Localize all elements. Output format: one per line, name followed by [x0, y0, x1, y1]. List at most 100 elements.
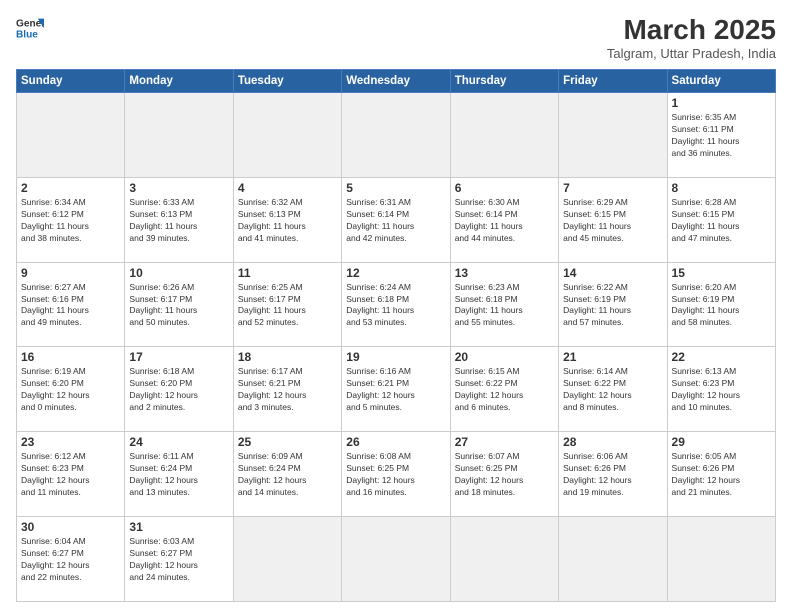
day-number: 8 [672, 181, 771, 195]
day-number: 2 [21, 181, 120, 195]
day-info: Sunrise: 6:06 AMSunset: 6:26 PMDaylight:… [563, 451, 662, 499]
calendar-cell: 19Sunrise: 6:16 AMSunset: 6:21 PMDayligh… [342, 347, 450, 432]
calendar-cell: 3 Sunrise: 6:33 AMSunset: 6:13 PMDaylight… [125, 177, 233, 262]
weekday-header-monday: Monday [125, 70, 233, 93]
calendar-cell: 6Sunrise: 6:30 AMSunset: 6:14 PMDaylight… [450, 177, 558, 262]
day-info: Sunrise: 6:05 AMSunset: 6:26 PMDaylight:… [672, 451, 771, 499]
calendar-cell: 28 Sunrise: 6:06 AMSunset: 6:26 PMDayligh… [559, 432, 667, 517]
weekday-header-friday: Friday [559, 70, 667, 93]
day-info: Sunrise: 6:26 AMSunset: 6:17 PMDaylight:… [129, 282, 228, 330]
page: General Blue March 2025 Talgram, Uttar P… [0, 0, 792, 612]
day-number: 26 [346, 435, 445, 449]
calendar-cell: 9 Sunrise: 6:27 AMSunset: 6:16 PMDaylight… [17, 262, 125, 347]
logo: General Blue [16, 14, 44, 42]
day-number: 12 [346, 266, 445, 280]
day-info: Sunrise: 6:20 AMSunset: 6:19 PMDaylight:… [672, 282, 771, 330]
calendar-cell [17, 93, 125, 178]
day-number: 15 [672, 266, 771, 280]
day-info: Sunrise: 6:29 AMSunset: 6:15 PMDaylight:… [563, 197, 662, 245]
calendar-table: SundayMondayTuesdayWednesdayThursdayFrid… [16, 69, 776, 602]
weekday-header-thursday: Thursday [450, 70, 558, 93]
day-number: 3 [129, 181, 228, 195]
day-number: 29 [672, 435, 771, 449]
day-info: Sunrise: 6:04 AMSunset: 6:27 PMDaylight:… [21, 536, 120, 584]
day-number: 14 [563, 266, 662, 280]
calendar-cell: 31 Sunrise: 6:03 AMSunset: 6:27 PMDayligh… [125, 517, 233, 602]
day-number: 27 [455, 435, 554, 449]
day-info: Sunrise: 6:15 AMSunset: 6:22 PMDaylight:… [455, 366, 554, 414]
weekday-header-tuesday: Tuesday [233, 70, 341, 93]
day-info: Sunrise: 6:35 AMSunset: 6:11 PMDaylight:… [672, 112, 771, 160]
day-info: Sunrise: 6:23 AMSunset: 6:18 PMDaylight:… [455, 282, 554, 330]
day-info: Sunrise: 6:17 AMSunset: 6:21 PMDaylight:… [238, 366, 337, 414]
weekday-header-wednesday: Wednesday [342, 70, 450, 93]
day-info: Sunrise: 6:08 AMSunset: 6:25 PMDaylight:… [346, 451, 445, 499]
week-row-1: 2 Sunrise: 6:34 AMSunset: 6:12 PMDaylight… [17, 177, 776, 262]
day-number: 21 [563, 350, 662, 364]
weekday-header-saturday: Saturday [667, 70, 775, 93]
header: General Blue March 2025 Talgram, Uttar P… [16, 14, 776, 61]
calendar-cell: 20Sunrise: 6:15 AMSunset: 6:22 PMDayligh… [450, 347, 558, 432]
calendar-cell: 17Sunrise: 6:18 AMSunset: 6:20 PMDayligh… [125, 347, 233, 432]
calendar-cell: 25Sunrise: 6:09 AMSunset: 6:24 PMDayligh… [233, 432, 341, 517]
calendar-cell [233, 93, 341, 178]
calendar-cell: 10 Sunrise: 6:26 AMSunset: 6:17 PMDayligh… [125, 262, 233, 347]
day-info: Sunrise: 6:19 AMSunset: 6:20 PMDaylight:… [21, 366, 120, 414]
calendar-subtitle: Talgram, Uttar Pradesh, India [607, 46, 776, 61]
day-info: Sunrise: 6:09 AMSunset: 6:24 PMDaylight:… [238, 451, 337, 499]
calendar-cell: 2 Sunrise: 6:34 AMSunset: 6:12 PMDaylight… [17, 177, 125, 262]
day-info: Sunrise: 6:22 AMSunset: 6:19 PMDaylight:… [563, 282, 662, 330]
day-number: 23 [21, 435, 120, 449]
day-info: Sunrise: 6:25 AMSunset: 6:17 PMDaylight:… [238, 282, 337, 330]
calendar-cell: 26 Sunrise: 6:08 AMSunset: 6:25 PMDayligh… [342, 432, 450, 517]
day-info: Sunrise: 6:27 AMSunset: 6:16 PMDaylight:… [21, 282, 120, 330]
day-info: Sunrise: 6:32 AMSunset: 6:13 PMDaylight:… [238, 197, 337, 245]
day-number: 19 [346, 350, 445, 364]
calendar-cell: 11 Sunrise: 6:25 AMSunset: 6:17 PMDayligh… [233, 262, 341, 347]
calendar-cell: 5Sunrise: 6:31 AMSunset: 6:14 PMDaylight… [342, 177, 450, 262]
calendar-cell [450, 93, 558, 178]
day-number: 6 [455, 181, 554, 195]
calendar-cell: 15 Sunrise: 6:20 AMSunset: 6:19 PMDayligh… [667, 262, 775, 347]
day-number: 31 [129, 520, 228, 534]
day-number: 11 [238, 266, 337, 280]
calendar-cell: 22 Sunrise: 6:13 AMSunset: 6:23 PMDayligh… [667, 347, 775, 432]
day-info: Sunrise: 6:18 AMSunset: 6:20 PMDaylight:… [129, 366, 228, 414]
week-row-5: 30Sunrise: 6:04 AMSunset: 6:27 PMDayligh… [17, 517, 776, 602]
day-number: 1 [672, 96, 771, 110]
day-info: Sunrise: 6:12 AMSunset: 6:23 PMDaylight:… [21, 451, 120, 499]
calendar-cell [559, 517, 667, 602]
calendar-cell: 24Sunrise: 6:11 AMSunset: 6:24 PMDayligh… [125, 432, 233, 517]
day-info: Sunrise: 6:03 AMSunset: 6:27 PMDaylight:… [129, 536, 228, 584]
week-row-2: 9 Sunrise: 6:27 AMSunset: 6:16 PMDaylight… [17, 262, 776, 347]
generalblue-logo-icon: General Blue [16, 14, 44, 42]
calendar-cell: 8 Sunrise: 6:28 AMSunset: 6:15 PMDaylight… [667, 177, 775, 262]
day-info: Sunrise: 6:28 AMSunset: 6:15 PMDaylight:… [672, 197, 771, 245]
day-number: 24 [129, 435, 228, 449]
day-info: Sunrise: 6:13 AMSunset: 6:23 PMDaylight:… [672, 366, 771, 414]
calendar-cell: 30Sunrise: 6:04 AMSunset: 6:27 PMDayligh… [17, 517, 125, 602]
day-number: 18 [238, 350, 337, 364]
calendar-cell: 14 Sunrise: 6:22 AMSunset: 6:19 PMDayligh… [559, 262, 667, 347]
day-number: 5 [346, 181, 445, 195]
day-number: 7 [563, 181, 662, 195]
calendar-cell: 16Sunrise: 6:19 AMSunset: 6:20 PMDayligh… [17, 347, 125, 432]
calendar-cell: 12Sunrise: 6:24 AMSunset: 6:18 PMDayligh… [342, 262, 450, 347]
day-number: 9 [21, 266, 120, 280]
svg-text:Blue: Blue [16, 29, 38, 40]
day-info: Sunrise: 6:07 AMSunset: 6:25 PMDaylight:… [455, 451, 554, 499]
calendar-cell: 23 Sunrise: 6:12 AMSunset: 6:23 PMDayligh… [17, 432, 125, 517]
calendar-cell: 18 Sunrise: 6:17 AMSunset: 6:21 PMDayligh… [233, 347, 341, 432]
calendar-cell: 29 Sunrise: 6:05 AMSunset: 6:26 PMDayligh… [667, 432, 775, 517]
day-info: Sunrise: 6:33 AMSunset: 6:13 PMDaylight:… [129, 197, 228, 245]
calendar-cell [233, 517, 341, 602]
day-number: 22 [672, 350, 771, 364]
day-info: Sunrise: 6:34 AMSunset: 6:12 PMDaylight:… [21, 197, 120, 245]
day-number: 10 [129, 266, 228, 280]
week-row-4: 23 Sunrise: 6:12 AMSunset: 6:23 PMDayligh… [17, 432, 776, 517]
calendar-cell: 1 Sunrise: 6:35 AMSunset: 6:11 PMDaylight… [667, 93, 775, 178]
day-number: 28 [563, 435, 662, 449]
calendar-cell [559, 93, 667, 178]
calendar-cell [667, 517, 775, 602]
week-row-0: 1 Sunrise: 6:35 AMSunset: 6:11 PMDaylight… [17, 93, 776, 178]
